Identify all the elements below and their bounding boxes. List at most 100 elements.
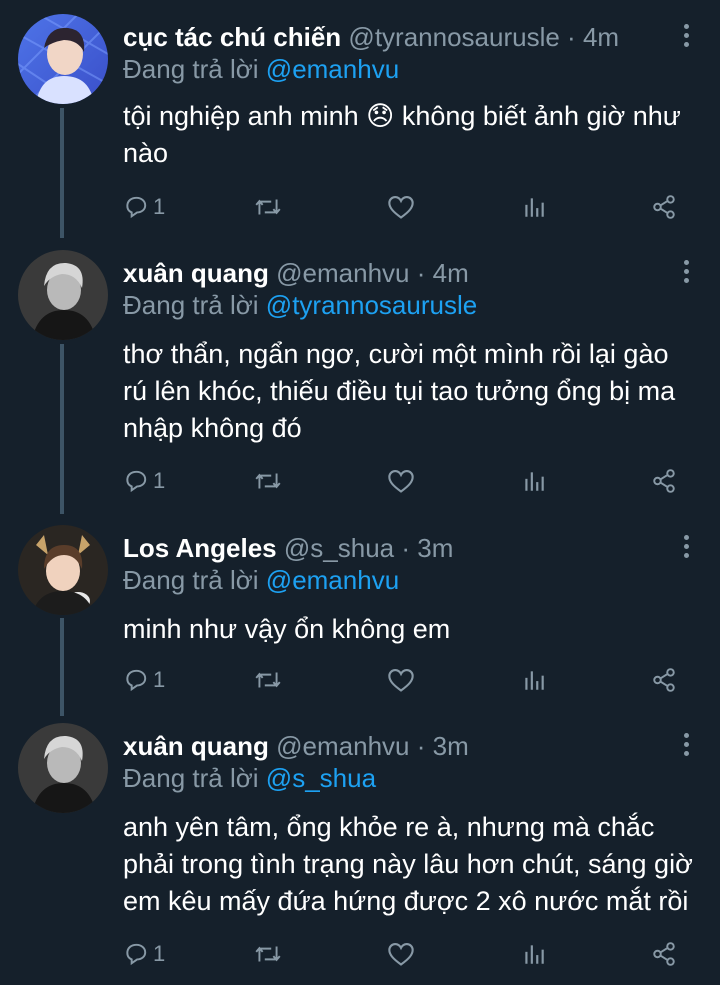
avatar[interactable] <box>18 14 108 104</box>
avatar[interactable] <box>18 723 108 813</box>
share-icon <box>653 668 675 692</box>
reply-icon <box>126 470 147 493</box>
share-icon <box>653 195 675 219</box>
share-icon <box>653 469 675 493</box>
retweet-button[interactable] <box>253 190 283 224</box>
tweet-actions: 1 <box>123 937 683 971</box>
timestamp[interactable]: 4m <box>433 258 469 288</box>
more-vertical-icon[interactable] <box>684 535 692 562</box>
replying-prefix: Đang trả lời <box>123 290 259 320</box>
heart-icon <box>388 196 414 219</box>
retweet-button[interactable] <box>253 663 283 697</box>
mention-link[interactable]: @emanhvu <box>266 565 399 595</box>
username[interactable]: @s_shua <box>284 533 394 563</box>
separator-dot: · <box>416 258 426 288</box>
display-name[interactable]: cục tác chú chiến <box>123 22 341 52</box>
analytics-button[interactable] <box>521 663 547 697</box>
replying-to: Đang trả lời @emanhvu <box>123 52 399 86</box>
username[interactable]: @emanhvu <box>276 258 409 288</box>
share-button[interactable] <box>651 190 677 224</box>
like-button[interactable] <box>387 663 415 697</box>
separator-dot: · <box>401 533 411 563</box>
reply-button[interactable]: 1 <box>123 937 165 971</box>
share-icon <box>653 942 675 966</box>
like-button[interactable] <box>387 464 415 498</box>
replying-prefix: Đang trả lời <box>123 54 259 84</box>
heart-icon <box>388 943 414 966</box>
username[interactable]: @tyrannosaurusle <box>348 22 559 52</box>
tweet-actions: 1 <box>123 663 683 697</box>
timestamp[interactable]: 3m <box>417 533 453 563</box>
avatar-image <box>18 525 108 615</box>
analytics-button[interactable] <box>521 464 547 498</box>
tweet[interactable]: Los Angeles @s_shua · 3m Đang trả lời @e… <box>0 525 720 705</box>
analytics-icon <box>525 945 544 964</box>
display-name[interactable]: xuân quang <box>123 258 269 288</box>
tweet-header: Los Angeles @s_shua · 3m <box>123 531 453 565</box>
tweet-text: anh yên tâm, ổng khỏe re à, nhưng mà chắ… <box>123 812 693 916</box>
avatar[interactable] <box>18 525 108 615</box>
display-name[interactable]: Los Angeles <box>123 533 277 563</box>
retweet-icon <box>255 946 281 962</box>
analytics-icon <box>525 671 544 690</box>
retweet-button[interactable] <box>253 937 283 971</box>
separator-dot: · <box>416 731 426 761</box>
avatar-image <box>18 250 108 340</box>
tweet-header: xuân quang @emanhvu · 4m <box>123 256 469 290</box>
analytics-button[interactable] <box>521 190 547 224</box>
replying-to: Đang trả lời @tyrannosaurusle <box>123 288 477 322</box>
mention-link[interactable]: @s_shua <box>266 763 376 793</box>
mention-link[interactable]: @emanhvu <box>266 54 399 84</box>
replying-to: Đang trả lời @s_shua <box>123 761 376 795</box>
tweet[interactable]: xuân quang @emanhvu · 4m Đang trả lời @t… <box>0 250 720 500</box>
more-vertical-icon[interactable] <box>684 733 692 760</box>
more-vertical-icon[interactable] <box>684 24 692 51</box>
reply-icon <box>126 669 147 692</box>
retweet-icon <box>255 473 281 489</box>
heart-icon <box>388 669 414 692</box>
reply-count: 1 <box>153 941 166 966</box>
tweet-header: cục tác chú chiến @tyrannosaurusle · 4m <box>123 20 619 54</box>
tweet[interactable]: cục tác chú chiến @tyrannosaurusle · 4m … <box>0 14 720 224</box>
avatar-image <box>18 14 108 104</box>
avatar-image <box>18 723 108 813</box>
replying-prefix: Đang trả lời <box>123 763 259 793</box>
retweet-button[interactable] <box>253 464 283 498</box>
reply-button[interactable]: 1 <box>123 464 165 498</box>
tweet-actions: 1 <box>123 464 683 498</box>
heart-icon <box>388 470 414 493</box>
replying-prefix: Đang trả lời <box>123 565 259 595</box>
reply-count: 1 <box>153 194 166 219</box>
display-name[interactable]: xuân quang <box>123 731 269 761</box>
reply-icon <box>126 943 147 966</box>
replying-to: Đang trả lời @emanhvu <box>123 563 399 597</box>
tweet-text: minh như vậy ổn không em <box>123 614 451 644</box>
analytics-icon <box>525 472 544 491</box>
share-button[interactable] <box>651 937 677 971</box>
retweet-icon <box>255 672 281 688</box>
like-button[interactable] <box>387 190 415 224</box>
analytics-button[interactable] <box>521 937 547 971</box>
retweet-icon <box>255 199 281 215</box>
share-button[interactable] <box>651 464 677 498</box>
analytics-icon <box>525 198 544 217</box>
more-vertical-icon[interactable] <box>684 260 692 287</box>
like-button[interactable] <box>387 937 415 971</box>
tweet-text: tội nghiệp anh minh 😞 không biết ảnh giờ… <box>123 101 681 168</box>
reply-icon <box>126 196 147 219</box>
reply-count: 1 <box>153 468 166 493</box>
avatar[interactable] <box>18 250 108 340</box>
share-button[interactable] <box>651 663 677 697</box>
timestamp[interactable]: 4m <box>583 22 619 52</box>
tweet-text: thơ thẩn, ngẩn ngơ, cười một mình rồi lạ… <box>123 339 676 443</box>
reply-count: 1 <box>153 667 166 692</box>
timestamp[interactable]: 3m <box>433 731 469 761</box>
mention-link[interactable]: @tyrannosaurusle <box>266 290 477 320</box>
tweet-header: xuân quang @emanhvu · 3m <box>123 729 469 763</box>
reply-button[interactable]: 1 <box>123 190 165 224</box>
reply-button[interactable]: 1 <box>123 663 165 697</box>
separator-dot: · <box>567 22 576 52</box>
username[interactable]: @emanhvu <box>276 731 409 761</box>
tweet[interactable]: xuân quang @emanhvu · 3m Đang trả lời @s… <box>0 723 720 978</box>
tweet-actions: 1 <box>123 190 683 224</box>
